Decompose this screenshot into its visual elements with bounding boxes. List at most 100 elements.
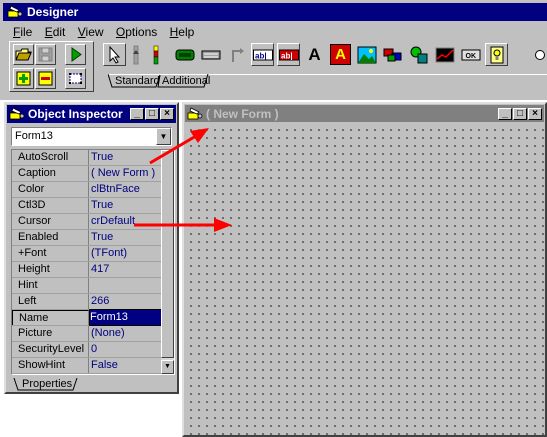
property-row[interactable]: Color clBtnFace [12,182,161,198]
speedbar [9,41,94,92]
property-row[interactable]: Height 417 [12,262,161,278]
property-value[interactable]: crDefault [91,214,161,229]
form-close-button[interactable]: × [528,107,542,120]
inspector-titlebar[interactable]: Object Inspector _ □ × [7,105,176,123]
property-row[interactable]: Name Form13 [12,309,163,326]
palette-bulb[interactable] [485,43,508,66]
palette-edit-box[interactable]: ab| [251,43,274,66]
save-button[interactable] [35,44,56,65]
open-button[interactable] [13,44,34,65]
palette-scrollbar[interactable] [129,43,143,66]
menu-options[interactable]: Options [116,25,157,39]
property-row[interactable]: ShowHint False [12,358,161,374]
property-value[interactable]: (None) [91,326,161,341]
form-maximize-button[interactable]: □ [513,107,527,120]
scroll-thumb[interactable] [161,150,174,358]
image-icon [357,46,376,63]
menu-view[interactable]: View [78,25,104,39]
property-value[interactable]: 417 [91,262,161,277]
menu-help[interactable]: Help [170,25,195,39]
form-design-surface[interactable] [185,124,544,435]
property-row[interactable]: Enabled True [12,230,161,246]
minimize-button[interactable]: _ [130,108,144,120]
property-name: Height [12,262,89,277]
property-value[interactable]: clBtnFace [91,182,161,197]
svg-text:OK: OK [465,53,476,60]
open-folder-icon [15,48,32,61]
palette-flags[interactable] [381,43,404,66]
palette-memo[interactable]: ab| [277,43,300,66]
property-value[interactable]: ( New Form ) [91,166,161,181]
designer-window: Designer File Edit View Options Help ab|… [0,0,547,100]
property-value[interactable]: 0 [91,342,161,357]
property-value[interactable]: False [91,358,161,373]
scroll-down-button[interactable]: ▼ [161,360,174,374]
property-row[interactable]: +Font (TFont) [12,246,161,262]
run-button[interactable] [65,44,86,65]
add-button[interactable] [13,68,34,89]
static-text-icon: A [330,44,351,65]
form-icon [187,106,203,121]
chevron-down-icon[interactable]: ▼ [156,128,171,145]
property-name: Name [12,310,89,325]
property-row[interactable]: Hint [12,278,161,294]
new-form-window: ( New Form ) _ □ × [182,102,547,437]
arrow-corner-icon [231,47,244,62]
palette-label[interactable]: A [303,43,326,66]
tab-standard[interactable]: Standard [115,75,160,89]
property-value[interactable]: True [91,198,161,213]
palette-chart[interactable] [433,43,456,66]
property-value[interactable]: Form13 [89,309,163,326]
property-value[interactable]: (TFont) [91,246,161,261]
palette-tabs: Standard Additional [108,74,547,91]
radio-icon [535,49,545,60]
tab-properties[interactable]: Properties [22,378,72,392]
property-row[interactable]: AutoScroll True [12,150,161,166]
property-value[interactable]: True [91,230,161,245]
property-row[interactable]: Caption( New Form ) [12,166,161,182]
save-disk-icon [38,47,53,62]
form-titlebar[interactable]: ( New Form ) _ □ × [185,105,544,122]
form-minimize-button[interactable]: _ [498,107,512,120]
property-value[interactable]: True [91,150,161,165]
tab-additional[interactable]: Additional [162,75,210,89]
memo-icon: ab| [278,49,299,60]
panel-icon [175,49,194,60]
palette-static-text[interactable]: A [329,43,352,66]
object-selector[interactable]: Form13 ▼ [11,127,172,146]
property-row[interactable]: Picture (None) [12,326,161,342]
property-value[interactable]: 266 [91,294,161,309]
menu-file[interactable]: File [13,25,32,39]
property-scrollbar[interactable]: ▼ [161,150,174,374]
remove-icon [38,71,53,86]
palette-panel[interactable] [173,43,196,66]
palette-stacked-bars[interactable] [147,43,165,66]
add-icon [16,71,31,86]
property-row[interactable]: SecurityLevel 0 [12,342,161,358]
palette-button[interactable]: OK [459,43,482,66]
designer-titlebar[interactable]: Designer [3,3,547,21]
menu-edit[interactable]: Edit [45,25,66,39]
scrollbar-icon [133,45,139,64]
property-name: Left [12,294,89,309]
property-row[interactable]: Ctl3D True [12,198,161,214]
pointer-icon [109,45,120,64]
button-icon: OK [461,49,480,60]
palette-shape[interactable] [407,43,430,66]
palette-image[interactable] [355,43,378,66]
remove-button[interactable] [35,68,56,89]
form-select-button[interactable] [65,68,86,89]
inspector-tabs: Properties [11,378,175,392]
property-value[interactable] [91,278,161,293]
property-row[interactable]: Left 266 [12,294,161,310]
shape-icon [410,46,427,63]
palette-pointer[interactable] [103,43,126,66]
palette-more[interactable] [533,43,547,66]
palette-arrow-corner[interactable] [225,43,248,66]
maximize-button[interactable]: □ [145,108,159,120]
form-title: ( New Form ) [206,106,279,121]
close-button[interactable]: × [160,108,174,120]
property-name: AutoScroll [12,150,89,165]
palette-keyboard[interactable] [199,43,222,66]
property-row[interactable]: Cursor crDefault [12,214,161,230]
